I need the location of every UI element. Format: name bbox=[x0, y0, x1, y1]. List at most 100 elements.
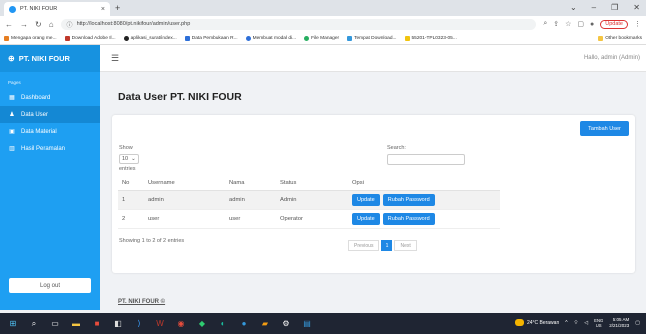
chrome-icon[interactable]: ◉ bbox=[176, 319, 186, 329]
profile-icon[interactable]: ● bbox=[590, 21, 594, 28]
maximize-icon[interactable]: ❐ bbox=[611, 3, 618, 12]
network-icon[interactable]: ⌔ bbox=[574, 320, 579, 326]
user-greeting[interactable]: Hallo, admin (Admin) bbox=[584, 55, 640, 61]
bookmark-item[interactable]: 55201-TPL0323-05... bbox=[404, 35, 457, 41]
weather-widget[interactable]: 24°C Berawan bbox=[514, 319, 560, 326]
chevron-up-icon[interactable]: ^ bbox=[565, 320, 567, 326]
bookmark-item[interactable]: Other bookmarks bbox=[598, 35, 642, 41]
cell-nama: admin bbox=[225, 190, 276, 210]
app-icon[interactable]: ■ bbox=[92, 319, 102, 329]
next-page-button[interactable]: Next bbox=[394, 240, 417, 251]
sidebar-item-label: Dashboard bbox=[21, 94, 51, 101]
app-icon[interactable]: ◆ bbox=[197, 319, 207, 329]
edge-icon[interactable]: ◐ bbox=[218, 319, 228, 329]
app-icon[interactable]: ● bbox=[239, 319, 249, 329]
table-info: Showing 1 to 2 of 2 entries bbox=[119, 238, 185, 244]
footer-text[interactable]: PT. NIKI FOUR © bbox=[118, 299, 165, 305]
menu-icon[interactable]: ⋮ bbox=[634, 20, 641, 28]
browser-update-button[interactable]: Update bbox=[600, 19, 628, 29]
sidebar-item-data-material[interactable]: ▣ Data Material bbox=[0, 123, 100, 140]
previous-page-button[interactable]: Previous bbox=[348, 240, 380, 251]
window-controls: ⌄ – ❐ ✕ bbox=[570, 3, 640, 12]
page-number-button[interactable]: 1 bbox=[381, 240, 393, 251]
update-button[interactable]: Update bbox=[352, 212, 380, 225]
sidebar-item-data-user[interactable]: ♟ Data User bbox=[0, 106, 100, 123]
update-button[interactable]: Update bbox=[352, 193, 380, 206]
volume-icon[interactable]: ◁ bbox=[584, 320, 588, 326]
bookmark-icon bbox=[304, 35, 310, 41]
user-table: No Username Nama Status Opsi 1 admin adm… bbox=[118, 176, 500, 229]
close-tab-icon[interactable]: × bbox=[101, 6, 105, 13]
cell-opsi: Update Rubah Password bbox=[348, 209, 500, 229]
bookmark-item[interactable]: Membuat modal di... bbox=[245, 35, 296, 41]
logo-icon: ⊕ bbox=[8, 54, 15, 63]
clock[interactable]: 5:05 AM 2/21/2023 bbox=[609, 317, 629, 328]
zoom-icon[interactable]: ⌕ bbox=[543, 20, 547, 28]
bookmark-icon bbox=[347, 35, 353, 41]
file-explorer-icon[interactable]: ▬ bbox=[71, 319, 81, 329]
xampp-icon[interactable]: ▤ bbox=[302, 319, 312, 329]
bookmark-item[interactable]: Data Pembukaan R... bbox=[184, 35, 238, 41]
forward-icon[interactable]: → bbox=[20, 20, 28, 29]
bookmark-item[interactable]: File Manager bbox=[304, 35, 339, 41]
search-input[interactable] bbox=[387, 154, 465, 165]
cell-nama: user bbox=[225, 209, 276, 229]
bookmark-icon bbox=[4, 35, 9, 41]
tab-title: PT. NIKI FOUR bbox=[20, 6, 58, 12]
bookmark-item[interactable]: aplikasi_surat/index... bbox=[123, 35, 177, 41]
column-header[interactable]: Nama bbox=[225, 176, 276, 191]
reload-icon[interactable]: ↻ bbox=[35, 20, 42, 29]
notification-icon[interactable]: ▢ bbox=[635, 320, 640, 326]
url-text: http://localhost:8080/pt.nikifour/admin/… bbox=[76, 21, 191, 27]
vscode-icon[interactable]: ⟩ bbox=[134, 319, 144, 329]
cell-username: user bbox=[144, 209, 225, 229]
store-icon[interactable]: ◧ bbox=[113, 319, 123, 329]
change-password-button[interactable]: Rubah Password bbox=[382, 193, 435, 206]
weather-text: 24°C Berawan bbox=[526, 319, 560, 326]
new-tab-icon[interactable]: + bbox=[115, 3, 120, 13]
bookmark-item[interactable]: Tempat Download... bbox=[347, 35, 397, 41]
home-icon[interactable]: ⌂ bbox=[49, 20, 54, 29]
bookmark-item[interactable]: Download Adobe Il... bbox=[64, 35, 116, 41]
column-header[interactable]: No bbox=[118, 176, 144, 191]
logout-button[interactable]: Log out bbox=[9, 278, 91, 293]
close-window-icon[interactable]: ✕ bbox=[633, 3, 640, 12]
hamburger-icon[interactable]: ☰ bbox=[111, 53, 119, 64]
bookmarks-bar: Mengapa orang me... Download Adobe Il...… bbox=[0, 32, 646, 45]
footer: PT. NIKI FOUR © bbox=[118, 299, 165, 305]
windows-start-icon[interactable]: ⊞ bbox=[8, 319, 18, 329]
browser-tab[interactable]: PT. NIKI FOUR × bbox=[4, 2, 110, 16]
bookmark-item[interactable]: Mengapa orang me... bbox=[4, 35, 57, 41]
column-header[interactable]: Opsi bbox=[348, 176, 500, 191]
column-header[interactable]: Status bbox=[276, 176, 348, 191]
folder-icon bbox=[598, 35, 604, 41]
sidepanel-icon[interactable]: ▢ bbox=[577, 20, 584, 28]
cell-no: 2 bbox=[118, 209, 144, 229]
dashboard-icon: ▦ bbox=[9, 95, 15, 101]
add-user-button[interactable]: Tambah User bbox=[580, 121, 629, 136]
language-indicator[interactable]: ENG US bbox=[594, 318, 603, 328]
cell-status: Operator bbox=[276, 209, 348, 229]
brand[interactable]: ⊕ PT. NIKI FOUR bbox=[0, 45, 100, 72]
brand-name: PT. NIKI FOUR bbox=[18, 54, 70, 63]
tab-list-icon[interactable]: ⌄ bbox=[570, 3, 577, 12]
sidebar-item-dashboard[interactable]: ▦ Dashboard bbox=[0, 89, 100, 106]
task-view-icon[interactable]: ▭ bbox=[50, 319, 60, 329]
search-icon[interactable]: ⌕ bbox=[29, 319, 39, 329]
sidebar-item-hasil-peramalan[interactable]: ▥ Hasil Peramalan bbox=[0, 140, 100, 157]
word-icon[interactable]: W bbox=[155, 319, 165, 329]
share-icon[interactable]: ⇪ bbox=[553, 20, 559, 28]
chart-icon: ▥ bbox=[9, 146, 15, 152]
page-size-select[interactable]: 10 ⌄ bbox=[119, 154, 139, 164]
column-header[interactable]: Username bbox=[144, 176, 225, 191]
url-field[interactable]: ⓘ http://localhost:8080/pt.nikifour/admi… bbox=[60, 18, 537, 30]
change-password-button[interactable]: Rubah Password bbox=[382, 212, 435, 225]
star-icon[interactable]: ☆ bbox=[565, 20, 571, 28]
back-icon[interactable]: ← bbox=[5, 20, 13, 29]
cell-opsi: Update Rubah Password bbox=[348, 190, 500, 210]
settings-icon[interactable]: ⚙ bbox=[281, 319, 291, 329]
info-icon[interactable]: ⓘ bbox=[67, 20, 73, 29]
github-icon bbox=[123, 35, 129, 41]
minimize-icon[interactable]: – bbox=[592, 3, 596, 12]
sublime-icon[interactable]: ▰ bbox=[260, 319, 270, 329]
